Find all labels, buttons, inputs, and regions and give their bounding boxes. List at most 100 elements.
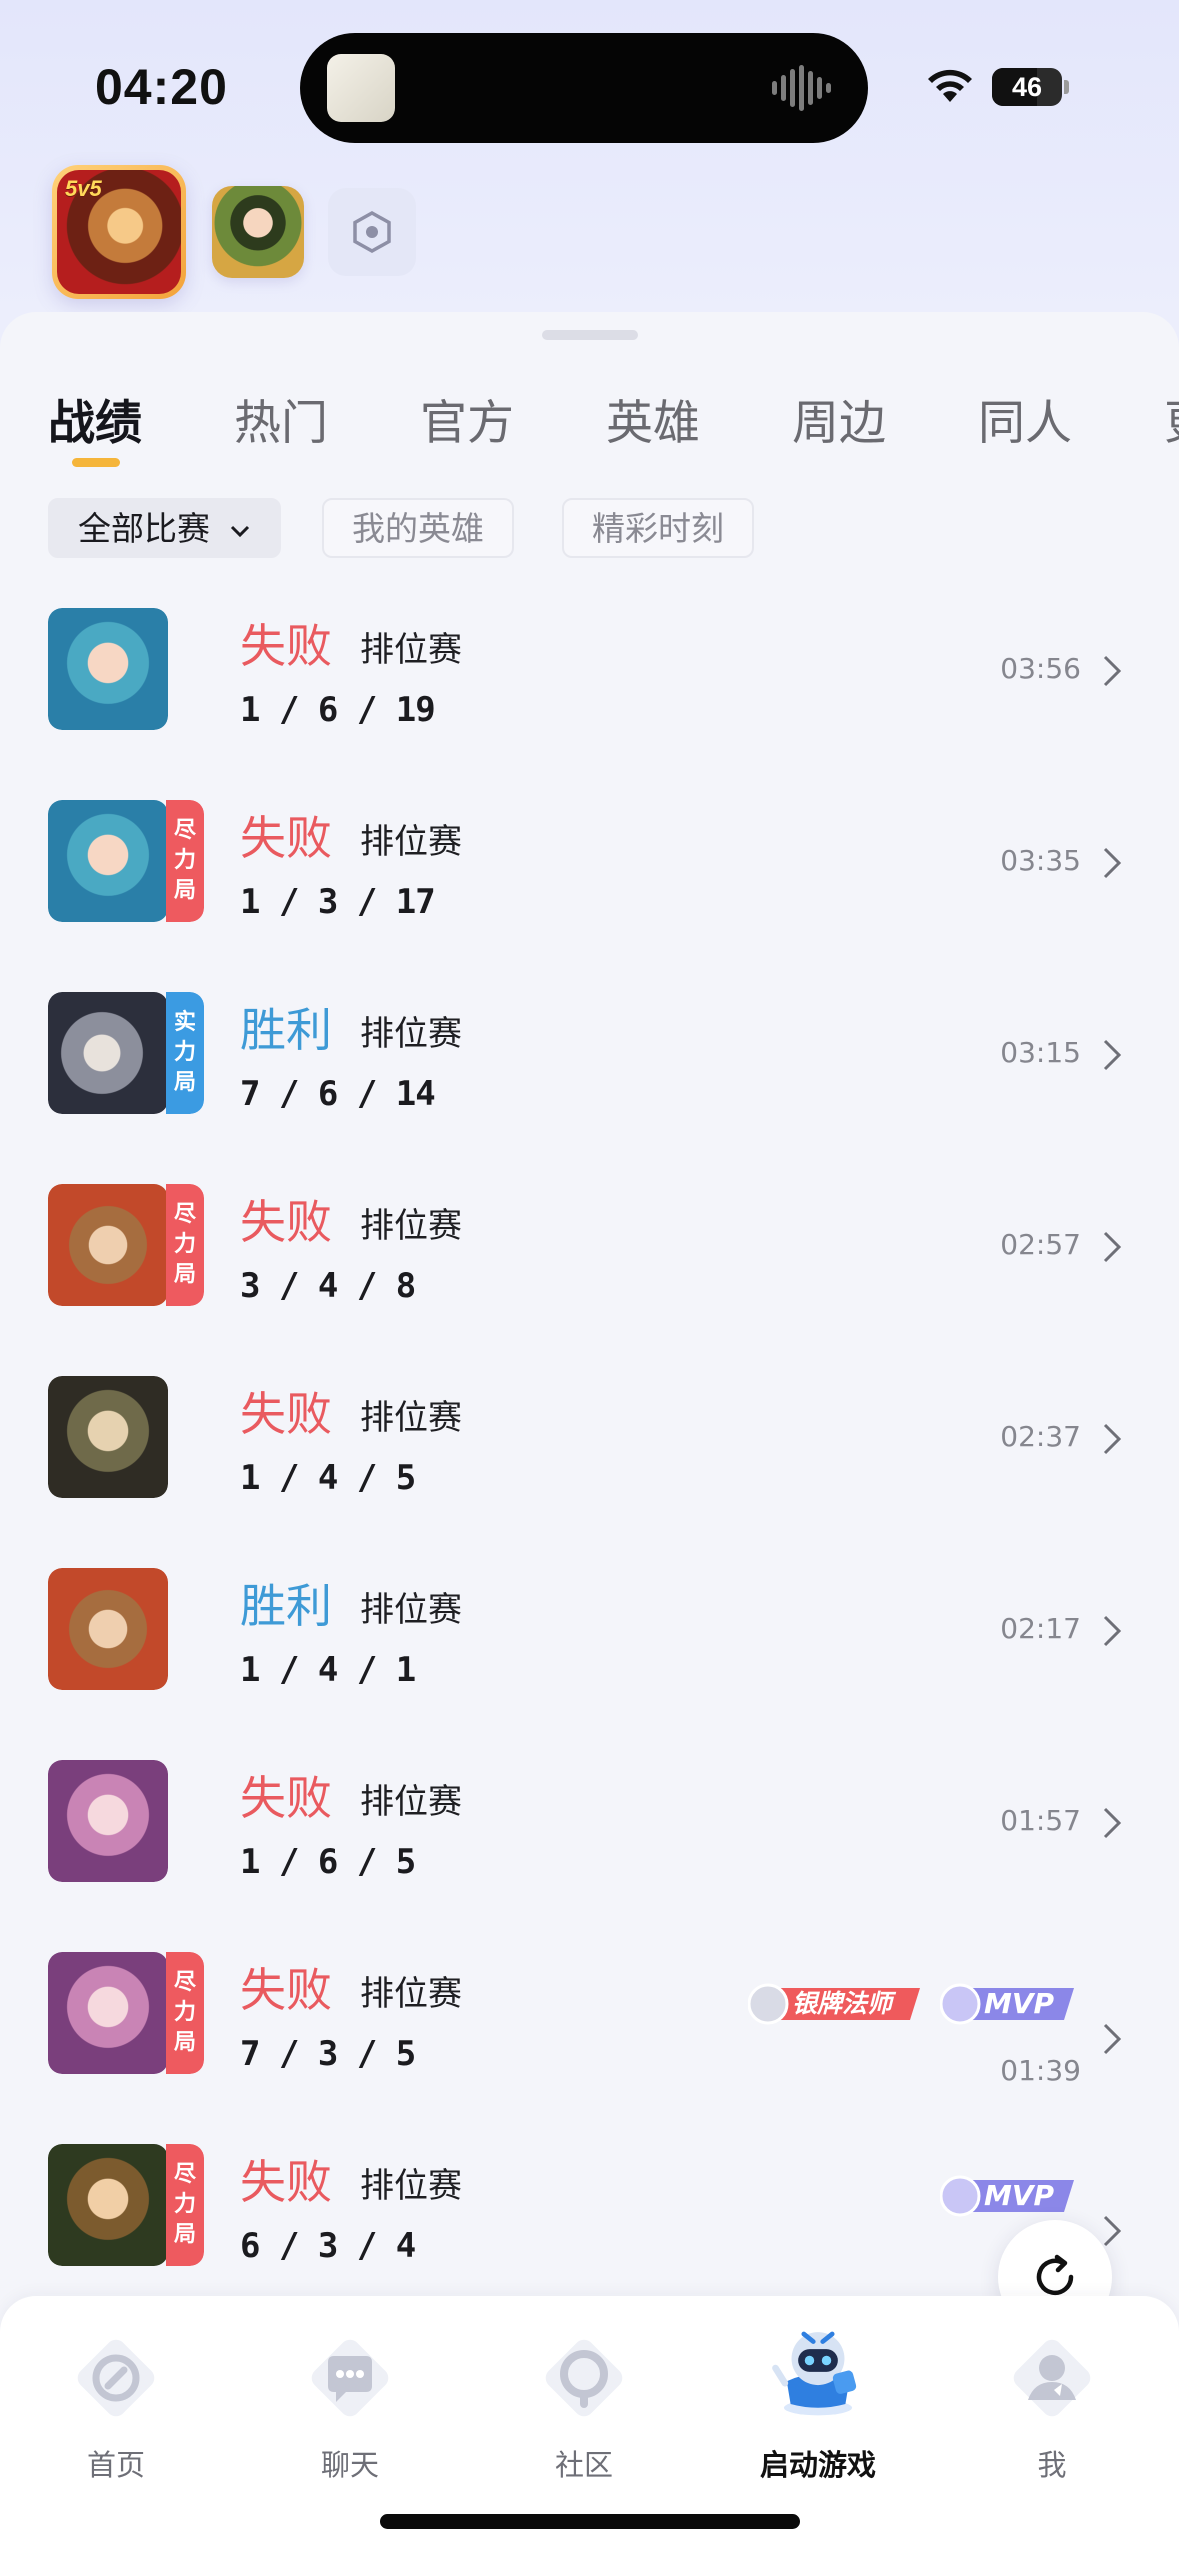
badge-char: 力 [173,848,196,873]
game-secondary-icon[interactable] [212,186,304,278]
tab-hot[interactable]: 热门 [234,384,328,453]
nav-launch-game[interactable]: 启动游戏 [718,2326,918,2484]
match-result: 失败 [240,1387,332,1441]
chevron-right-icon [1103,1231,1122,1263]
filter-label: 全部比赛 [78,509,210,548]
match-kda: 7 / 3 / 5 [240,2034,416,2074]
chevron-down-icon [230,525,249,537]
hexagon-settings-icon [353,210,391,254]
tab-records[interactable]: 战绩 [48,384,142,453]
dynamic-island[interactable] [300,33,868,143]
tab-heroes[interactable]: 英雄 [606,384,700,453]
match-row[interactable]: 尽力局失败 排位赛 3 / 4 / 8 02:57 [0,1184,1179,1376]
mvp-badge: MVP [939,2174,1078,2218]
tab-fanworks[interactable]: 同人 [978,384,1072,453]
drag-handle[interactable] [542,330,638,340]
nav-label: 聊天 [320,2448,379,2482]
hero-avatar: 尽力局 [48,2144,204,2266]
badge-char: 局 [173,878,196,903]
match-mode: 排位赛 [360,1974,462,2014]
badge-char: 力 [173,2000,196,2025]
match-row[interactable]: 失败 排位赛 1 / 6 / 19 03:56 [0,608,1179,800]
add-game-button[interactable] [328,188,416,276]
match-quality-badge: 尽力局 [166,1952,204,2074]
match-duration: 03:35 [1000,844,1081,877]
match-kda: 1 / 4 / 1 [240,1650,416,1690]
chat-icon [298,2326,402,2430]
match-kda: 1 / 6 / 5 [240,1842,416,1882]
match-kda: 3 / 4 / 8 [240,1266,416,1306]
hero-portrait [48,2144,168,2266]
match-result: 胜利 [240,1579,332,1633]
badge-label: MVP [984,2179,1055,2212]
nav-chat[interactable]: 聊天 [250,2326,450,2484]
filter-label: 我的英雄 [352,509,484,548]
tab-merch[interactable]: 周边 [792,384,886,453]
match-row[interactable]: 尽力局失败 排位赛 7 / 3 / 5 01:39 银牌法师 MVP [0,1952,1179,2144]
match-result: 胜利 [240,1003,332,1057]
match-mode: 排位赛 [360,630,462,670]
badge-label: MVP [984,1987,1055,2020]
status-bar: 04:20 46 [0,0,1179,150]
match-duration: 02:37 [1000,1420,1081,1453]
match-row[interactable]: 胜利 排位赛 1 / 4 / 1 02:17 [0,1568,1179,1760]
match-duration: 02:57 [1000,1228,1081,1261]
hero-portrait [48,1760,168,1882]
match-mode: 排位赛 [360,1782,462,1822]
home-icon [64,2326,168,2430]
match-result: 失败 [240,1963,332,2017]
nav-me[interactable]: 我 [952,2326,1152,2484]
hero-avatar: 尽力局 [48,800,204,922]
hero-portrait [48,608,168,730]
game-switcher: 5v5 [0,160,1179,310]
match-result: 失败 [240,811,332,865]
filter-label: 精彩时刻 [592,509,724,548]
nav-label: 首页 [86,2448,145,2482]
tab-more[interactable]: 更 [1164,384,1179,453]
tab-official[interactable]: 官方 [420,384,514,453]
community-icon [532,2326,636,2430]
match-mode: 排位赛 [360,1398,462,1438]
badge-char: 力 [173,1232,196,1257]
badge-char: 力 [173,1040,196,1065]
hero-avatar: 尽力局 [48,1184,204,1306]
match-mode: 排位赛 [360,2166,462,2206]
hero-avatar: 实力局 [48,992,204,1114]
match-duration: 03:15 [1000,1036,1081,1069]
match-mode: 排位赛 [360,822,462,862]
home-indicator[interactable] [380,2514,800,2529]
filter-my-heroes[interactable]: 我的英雄 [322,498,514,558]
audio-waveform-icon [772,65,831,111]
match-quality-badge: 尽力局 [166,800,204,922]
match-row[interactable]: 失败 排位赛 1 / 4 / 5 02:37 [0,1376,1179,1568]
badge-char: 局 [173,2030,196,2055]
category-tabs: 战绩 热门 官方 英雄 周边 同人 更 [0,384,1179,464]
nav-community[interactable]: 社区 [484,2326,684,2484]
chevron-right-icon [1103,2215,1122,2247]
badge-char: 局 [173,2222,196,2247]
nav-label: 我 [1037,2448,1067,2482]
nav-home[interactable]: 首页 [16,2326,216,2484]
match-row[interactable]: 实力局胜利 排位赛 7 / 6 / 14 03:15 [0,992,1179,1184]
match-result: 失败 [240,1195,332,1249]
hero-avatar [48,1760,168,1882]
match-row[interactable]: 失败 排位赛 1 / 6 / 5 01:57 [0,1760,1179,1952]
now-playing-thumbnail[interactable] [327,54,395,122]
match-kda: 1 / 3 / 17 [240,882,436,922]
nav-label: 社区 [554,2448,613,2482]
match-row[interactable]: 尽力局失败 排位赛 1 / 3 / 17 03:35 [0,800,1179,992]
game-honor-of-kings-icon[interactable]: 5v5 [52,165,186,299]
badge-char: 尽 [173,1202,196,1227]
match-quality-badge: 尽力局 [166,1184,204,1306]
match-duration: 02:17 [1000,1612,1081,1645]
match-mode: 排位赛 [360,1014,462,1054]
filter-highlights[interactable]: 精彩时刻 [562,498,754,558]
hero-portrait [48,1568,168,1690]
hero-portrait [48,1376,168,1498]
mvp-badge: MVP [939,1982,1078,2026]
filter-all-matches[interactable]: 全部比赛 [48,498,281,558]
chevron-right-icon [1103,1039,1122,1071]
hero-portrait [48,992,168,1114]
nav-label: 启动游戏 [759,2448,876,2482]
match-kda: 7 / 6 / 14 [240,1074,436,1114]
